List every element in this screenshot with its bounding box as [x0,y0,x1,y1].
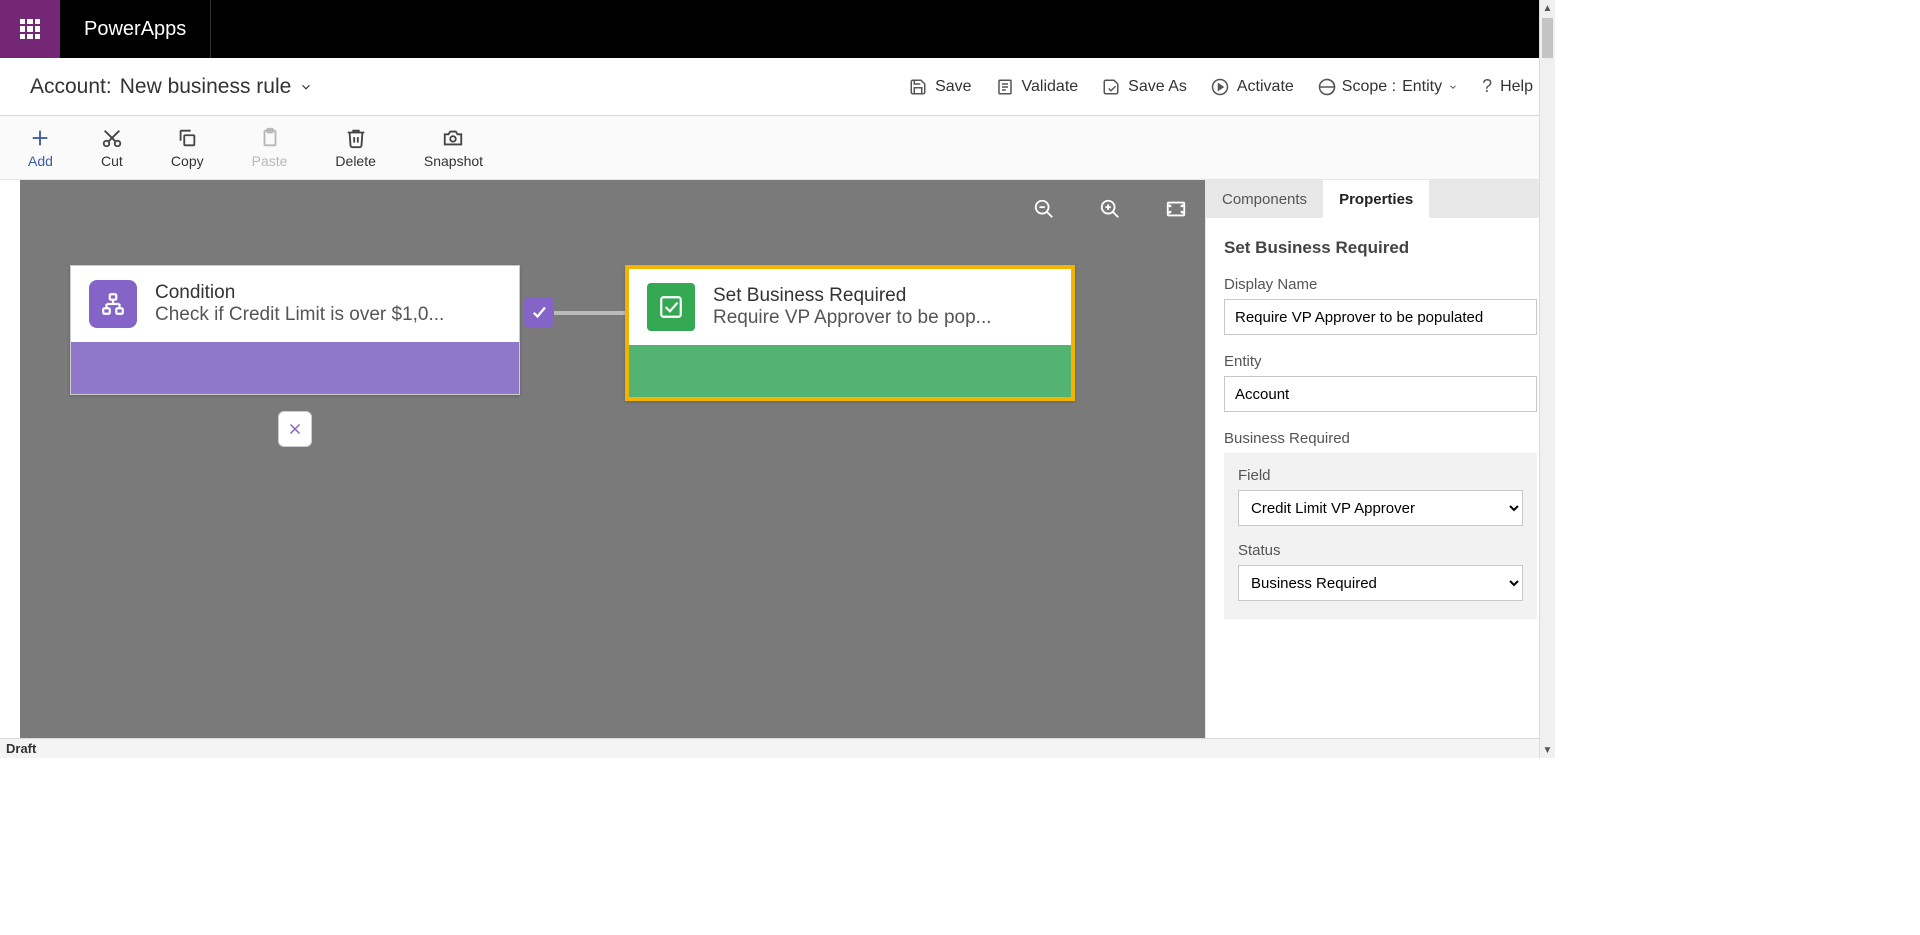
plus-icon [29,127,51,149]
field-label: Field [1238,467,1523,484]
rule-title-name: New business rule [120,75,292,99]
status-select[interactable]: Business Required [1238,565,1523,601]
help-button[interactable]: ? Help [1482,76,1533,97]
status-text: Draft [6,741,36,756]
help-icon: ? [1482,76,1492,97]
entity-input[interactable] [1224,376,1537,412]
scope-dropdown[interactable]: Scope : Entity [1318,78,1458,96]
scope-value: Entity [1402,78,1442,96]
action-node-selected[interactable]: Set Business Required Require VP Approve… [625,265,1075,401]
delete-label: Delete [335,153,375,169]
business-required-group: Field Credit Limit VP Approver Status Bu… [1224,453,1537,619]
scope-label: Scope : [1342,78,1396,96]
main-area: Condition Check if Credit Limit is over … [0,180,1555,738]
properties-panel: Set Business Required Display Name Entit… [1206,218,1555,738]
scroll-down-icon[interactable]: ▼ [1540,742,1555,758]
designer-canvas[interactable]: Condition Check if Credit Limit is over … [20,180,1205,738]
display-name-input[interactable] [1224,299,1537,335]
canvas-controls [1033,198,1187,220]
status-bar: Draft [0,738,1555,758]
condition-footer [71,342,519,394]
chevron-down-icon [299,80,313,94]
scope-icon [1318,78,1336,96]
rule-title-dropdown[interactable]: Account: New business rule [30,75,313,99]
activate-label: Activate [1237,78,1294,96]
action-subtitle: Require VP Approver to be pop... [713,307,992,329]
validate-label: Validate [1022,78,1079,96]
scroll-up-icon[interactable]: ▲ [1540,0,1555,16]
app-header: PowerApps [0,0,1555,58]
tab-properties[interactable]: Properties [1323,180,1429,218]
activate-icon [1211,78,1229,96]
delete-button[interactable]: Delete [335,127,375,169]
condition-subtitle: Check if Credit Limit is over $1,0... [155,304,444,326]
scroll-thumb[interactable] [1542,18,1553,58]
copy-label: Copy [171,153,204,169]
help-label: Help [1500,78,1533,96]
condition-icon [89,280,137,328]
save-as-button[interactable]: Save As [1102,78,1187,96]
page-scrollbar[interactable]: ▲ ▼ [1539,0,1555,758]
delete-icon [345,127,367,149]
condition-node[interactable]: Condition Check if Credit Limit is over … [70,265,520,395]
copy-icon [176,127,198,149]
camera-icon [442,127,464,149]
connector-line [554,311,625,315]
canvas-wrap: Condition Check if Credit Limit is over … [0,180,1205,738]
action-title: Set Business Required [713,285,992,307]
command-bar: Add Cut Copy Paste Delete Snapshot [0,116,1555,180]
fit-screen-icon[interactable] [1165,198,1187,220]
activate-button[interactable]: Activate [1211,78,1294,96]
waffle-icon [20,19,40,39]
cut-label: Cut [101,153,123,169]
validate-icon [996,78,1014,96]
rule-title-prefix: Account: [30,75,112,99]
action-footer [629,345,1071,397]
display-name-label: Display Name [1224,276,1537,293]
side-tabs: Components Properties [1206,180,1555,218]
chevron-down-icon [1448,82,1458,92]
save-icon [909,78,927,96]
paste-icon [259,127,281,149]
save-as-label: Save As [1128,78,1187,96]
save-label: Save [935,78,971,96]
validate-button[interactable]: Validate [996,78,1079,96]
condition-false-connector[interactable] [278,411,312,447]
zoom-in-icon[interactable] [1099,198,1121,220]
paste-button: Paste [252,127,288,169]
save-button[interactable]: Save [909,78,971,96]
status-label: Status [1238,542,1523,559]
condition-true-connector[interactable] [524,297,554,327]
tab-components[interactable]: Components [1206,180,1323,218]
snapshot-button[interactable]: Snapshot [424,127,483,169]
save-as-icon [1102,78,1120,96]
cut-icon [101,127,123,149]
side-panel: Components Properties Set Business Requi… [1205,180,1555,738]
cut-button[interactable]: Cut [101,127,123,169]
business-required-group-label: Business Required [1224,430,1537,447]
header-actions: Save Validate Save As Activate Scope : E… [909,76,1533,97]
copy-button[interactable]: Copy [171,127,204,169]
properties-heading: Set Business Required [1224,238,1537,258]
add-label: Add [28,153,53,169]
field-select[interactable]: Credit Limit VP Approver [1238,490,1523,526]
condition-node-header: Condition Check if Credit Limit is over … [71,266,519,342]
add-button[interactable]: Add [28,127,53,169]
brand-label: PowerApps [60,0,211,58]
paste-label: Paste [252,153,288,169]
zoom-out-icon[interactable] [1033,198,1055,220]
action-icon [647,283,695,331]
action-node-header: Set Business Required Require VP Approve… [629,269,1071,345]
condition-title: Condition [155,282,444,304]
app-launcher-button[interactable] [0,0,60,58]
entity-label: Entity [1224,353,1537,370]
snapshot-label: Snapshot [424,153,483,169]
sub-header: Account: New business rule Save Validate… [0,58,1555,116]
